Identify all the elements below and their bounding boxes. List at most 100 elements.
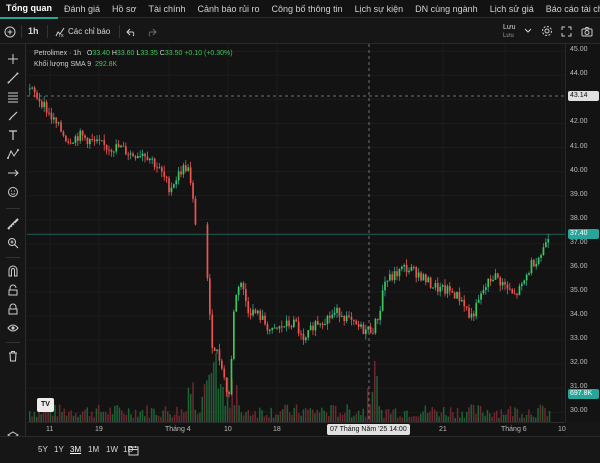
candle-body — [170, 187, 173, 193]
candle-body — [101, 140, 103, 142]
tab-0[interactable]: Tổng quan — [0, 0, 58, 19]
tab-1[interactable]: Đánh giá — [58, 0, 106, 18]
candle-body — [509, 288, 511, 290]
save-dropdown-icon[interactable] — [524, 19, 534, 44]
volume-bar — [219, 384, 222, 422]
candle-body — [297, 321, 300, 334]
candle-body — [425, 274, 427, 283]
time-tick: 21 — [439, 426, 447, 433]
fib-tool-icon[interactable] — [5, 89, 21, 105]
candle-body — [86, 137, 89, 145]
zoom-in-icon[interactable] — [5, 235, 21, 251]
candle-body — [446, 286, 449, 294]
tab-5[interactable]: Công bố thông tin — [266, 0, 349, 18]
volume-bar — [348, 409, 351, 422]
volume-bar — [40, 414, 42, 422]
candle-body — [141, 153, 144, 157]
candle-body — [120, 145, 122, 148]
svg-text:fx: fx — [59, 33, 64, 38]
add-symbol-button[interactable] — [4, 19, 18, 44]
price-axis[interactable]: 45.0044.0043.0042.0041.0040.0039.0038.00… — [565, 44, 600, 422]
tab-9[interactable]: Báo cáo tài chính — [540, 0, 600, 18]
candle-body — [449, 286, 451, 291]
undo-icon[interactable] — [126, 19, 138, 44]
candle-body — [62, 131, 65, 136]
price-tick: 35.00 — [570, 286, 588, 294]
volume-bar — [61, 412, 63, 422]
candle-body — [69, 142, 72, 144]
lock-drawing-icon[interactable] — [5, 282, 21, 298]
indicators-button[interactable]: Các chỉ báo — [68, 19, 110, 44]
candle-body — [134, 156, 137, 159]
chart-pane[interactable] — [27, 44, 565, 422]
candle-body — [336, 307, 338, 313]
change-value: +0.10 (+0.30%) — [184, 50, 233, 57]
prediction-tool-icon[interactable] — [5, 165, 21, 181]
redo-icon[interactable] — [146, 19, 158, 44]
tab-3[interactable]: Tài chính — [142, 0, 191, 18]
volume-bar — [521, 413, 523, 422]
high-value: 33.60 — [116, 50, 135, 57]
toolbar-divider — [6, 342, 20, 343]
volume-bar — [201, 396, 203, 422]
trash-icon[interactable] — [5, 348, 21, 364]
tab-6[interactable]: Lịch sự kiện — [349, 0, 410, 18]
volume-label: Khối lượng SMA 9 — [34, 61, 92, 68]
brush-tool-icon[interactable] — [5, 108, 21, 124]
candle-body — [501, 281, 504, 286]
magnet-icon[interactable] — [5, 263, 21, 279]
interval-button[interactable]: 1h — [28, 19, 39, 44]
candle-body — [235, 295, 238, 312]
timeframe-3m[interactable]: 3M — [70, 445, 81, 454]
candle-body — [81, 130, 84, 136]
fullscreen-icon[interactable] — [561, 19, 573, 44]
emoji-tool-icon[interactable] — [5, 184, 21, 200]
candle-body — [43, 102, 46, 108]
chart-toolbar: 1h fx Các chỉ báo Lưu Lưu — [0, 19, 600, 44]
volume-bar — [63, 408, 65, 422]
indicators-icon[interactable]: fx — [54, 19, 66, 44]
tab-2[interactable]: Hồ sơ — [106, 0, 142, 18]
timeframe-1d[interactable]: 1D — [123, 445, 133, 454]
candle-body — [163, 171, 166, 177]
crosshair-tool-icon[interactable] — [5, 51, 21, 67]
volume-bar — [479, 405, 482, 422]
text-tool-icon[interactable] — [5, 127, 21, 143]
candle-body — [194, 198, 197, 225]
crosshair-price-label: 43.14 — [568, 91, 599, 101]
timeframe-1m[interactable]: 1M — [88, 445, 99, 454]
symbol-label: Petrolimex · 1h — [34, 50, 82, 57]
volume-bar — [153, 408, 155, 422]
volume-bar — [295, 404, 298, 422]
volume-bar — [75, 413, 77, 422]
price-tick: 41.00 — [570, 142, 588, 150]
tab-4[interactable]: Cảnh báo rủi ro — [191, 0, 265, 18]
trendline-tool-icon[interactable] — [5, 70, 21, 86]
ruler-tool-icon[interactable] — [5, 216, 21, 232]
price-tick: 32.00 — [570, 359, 588, 367]
candle-body — [228, 392, 230, 395]
timeframe-1y[interactable]: 1Y — [54, 445, 64, 454]
camera-icon[interactable] — [581, 19, 594, 44]
candle-body — [441, 285, 444, 287]
pattern-tool-icon[interactable] — [5, 146, 21, 162]
tradingview-logo[interactable]: TV — [37, 398, 54, 412]
candle-body — [122, 145, 125, 147]
candle-body — [475, 302, 478, 317]
timeframe-1w[interactable]: 1W — [106, 445, 118, 454]
timeframe-5y[interactable]: 5Y — [38, 445, 48, 454]
volume-bar — [528, 409, 530, 422]
candle-body — [60, 122, 62, 132]
tab-8[interactable]: Lịch sử giá — [484, 0, 540, 18]
toolbar-divider — [21, 25, 22, 38]
candle-body — [55, 117, 58, 124]
price-chart[interactable] — [27, 44, 565, 422]
candle-body — [281, 326, 283, 328]
settings-gear-icon[interactable] — [541, 19, 553, 44]
candle-body — [57, 122, 60, 124]
tab-7[interactable]: DN cùng ngành — [409, 0, 484, 18]
time-axis[interactable]: 07 Tháng Năm '25 14:00 11 19 Tháng 4 10 18 21… — [27, 422, 566, 436]
lock-icon[interactable] — [5, 301, 21, 317]
eye-icon[interactable] — [5, 320, 21, 336]
volume-bar — [187, 387, 190, 422]
